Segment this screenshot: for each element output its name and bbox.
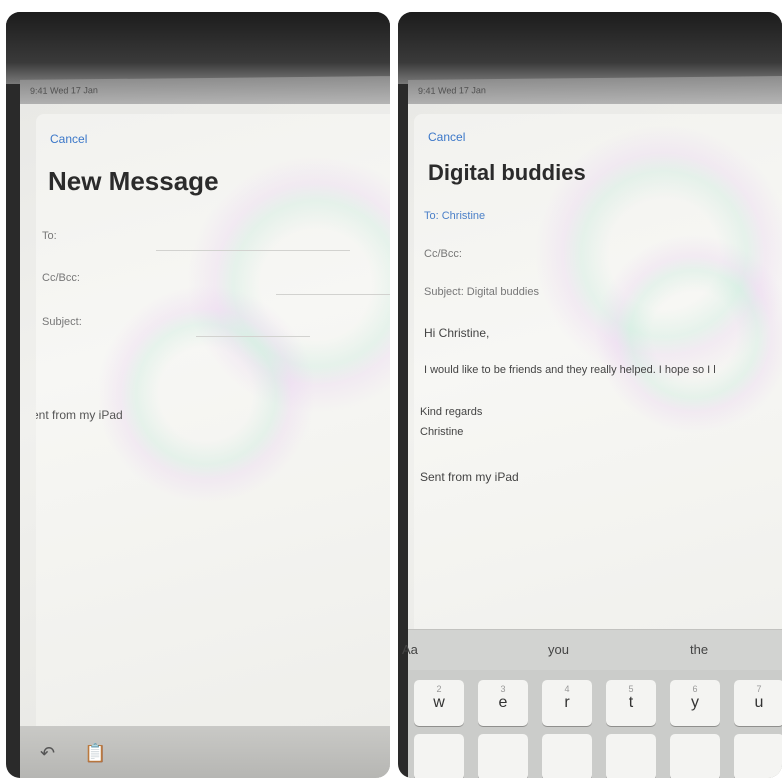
cc-bcc-field[interactable]: Cc/Bcc: — [424, 248, 782, 260]
cc-bcc-field[interactable]: Cc/Bcc: — [42, 272, 390, 284]
status-text: 9:41 Wed 17 Jan — [418, 85, 486, 96]
page-title: Digital buddies — [428, 160, 586, 185]
key-row-2[interactable] — [478, 734, 528, 778]
left-screenshot: 9:41 Wed 17 Jan Cancel New Message To: C… — [6, 12, 390, 778]
keyboard-suggestion-bar: Aa you the — [402, 629, 782, 670]
to-field[interactable]: To: Christine — [424, 210, 782, 222]
screen: Cancel Digital buddies To: Christine Cc/… — [402, 104, 782, 778]
key-e[interactable]: 3 e — [478, 680, 528, 726]
divider — [276, 294, 390, 295]
clipboard-icon[interactable]: 📋 — [84, 743, 106, 764]
key-u[interactable]: 7 u — [734, 680, 782, 726]
keyboard: 2 w 3 e 4 r 5 t 6 y 7 u — [408, 670, 782, 778]
to-field[interactable]: To: — [42, 230, 390, 242]
key-y[interactable]: 6 y — [670, 680, 720, 726]
subject-field[interactable]: Subject: Digital buddies — [424, 286, 782, 298]
ipad-bezel — [6, 12, 390, 84]
signature-text[interactable]: Sent from my iPad — [36, 408, 123, 422]
screen: Cancel New Message To: Cc/Bcc: Subject: … — [20, 104, 390, 778]
cancel-button[interactable]: Cancel — [50, 132, 87, 146]
right-screenshot: 9:41 Wed 17 Jan Cancel Digital buddies T… — [398, 12, 782, 778]
key-letter: u — [754, 694, 764, 711]
greeting-text[interactable]: Hi Christine, — [424, 326, 489, 340]
key-number: 2 — [436, 684, 442, 694]
sign-name-text[interactable]: Christine — [420, 426, 463, 438]
key-letter: e — [498, 694, 508, 711]
signature-text[interactable]: Sent from my iPad — [420, 470, 519, 484]
key-letter: w — [433, 694, 445, 711]
key-number: 7 — [756, 684, 762, 694]
key-t[interactable]: 5 t — [606, 680, 656, 726]
suggestion-2[interactable]: the — [690, 642, 708, 657]
key-row-2[interactable] — [670, 734, 720, 778]
compose-sheet: Cancel New Message To: Cc/Bcc: Subject: … — [36, 114, 390, 778]
divider — [156, 250, 350, 251]
key-w[interactable]: 2 w — [414, 680, 464, 726]
key-number: 4 — [564, 684, 570, 694]
format-icon[interactable]: Aa — [402, 642, 418, 657]
key-letter: r — [564, 694, 570, 711]
key-number: 3 — [500, 684, 506, 694]
page-title: New Message — [48, 166, 219, 196]
key-row-2[interactable] — [414, 734, 464, 778]
subject-field[interactable]: Subject: — [42, 316, 390, 328]
status-text: 9:41 Wed 17 Jan — [30, 85, 98, 96]
key-number: 5 — [628, 684, 634, 694]
divider — [196, 336, 310, 337]
key-letter: t — [628, 694, 634, 711]
cancel-button[interactable]: Cancel — [428, 130, 465, 144]
closing-text[interactable]: Kind regards — [420, 406, 482, 418]
ipad-bezel — [398, 12, 782, 84]
key-row-2[interactable] — [606, 734, 656, 778]
key-letter: y — [691, 694, 699, 711]
key-row-2[interactable] — [734, 734, 782, 778]
suggestion-1[interactable]: you — [548, 642, 569, 657]
key-row-2[interactable] — [542, 734, 592, 778]
key-r[interactable]: 4 r — [542, 680, 592, 726]
body-text[interactable]: I would like to be friends and they real… — [424, 364, 716, 376]
key-number: 6 — [692, 684, 698, 694]
bottom-toolbar: ↶ 📋 — [20, 726, 390, 778]
undo-icon[interactable]: ↶ — [40, 743, 55, 764]
